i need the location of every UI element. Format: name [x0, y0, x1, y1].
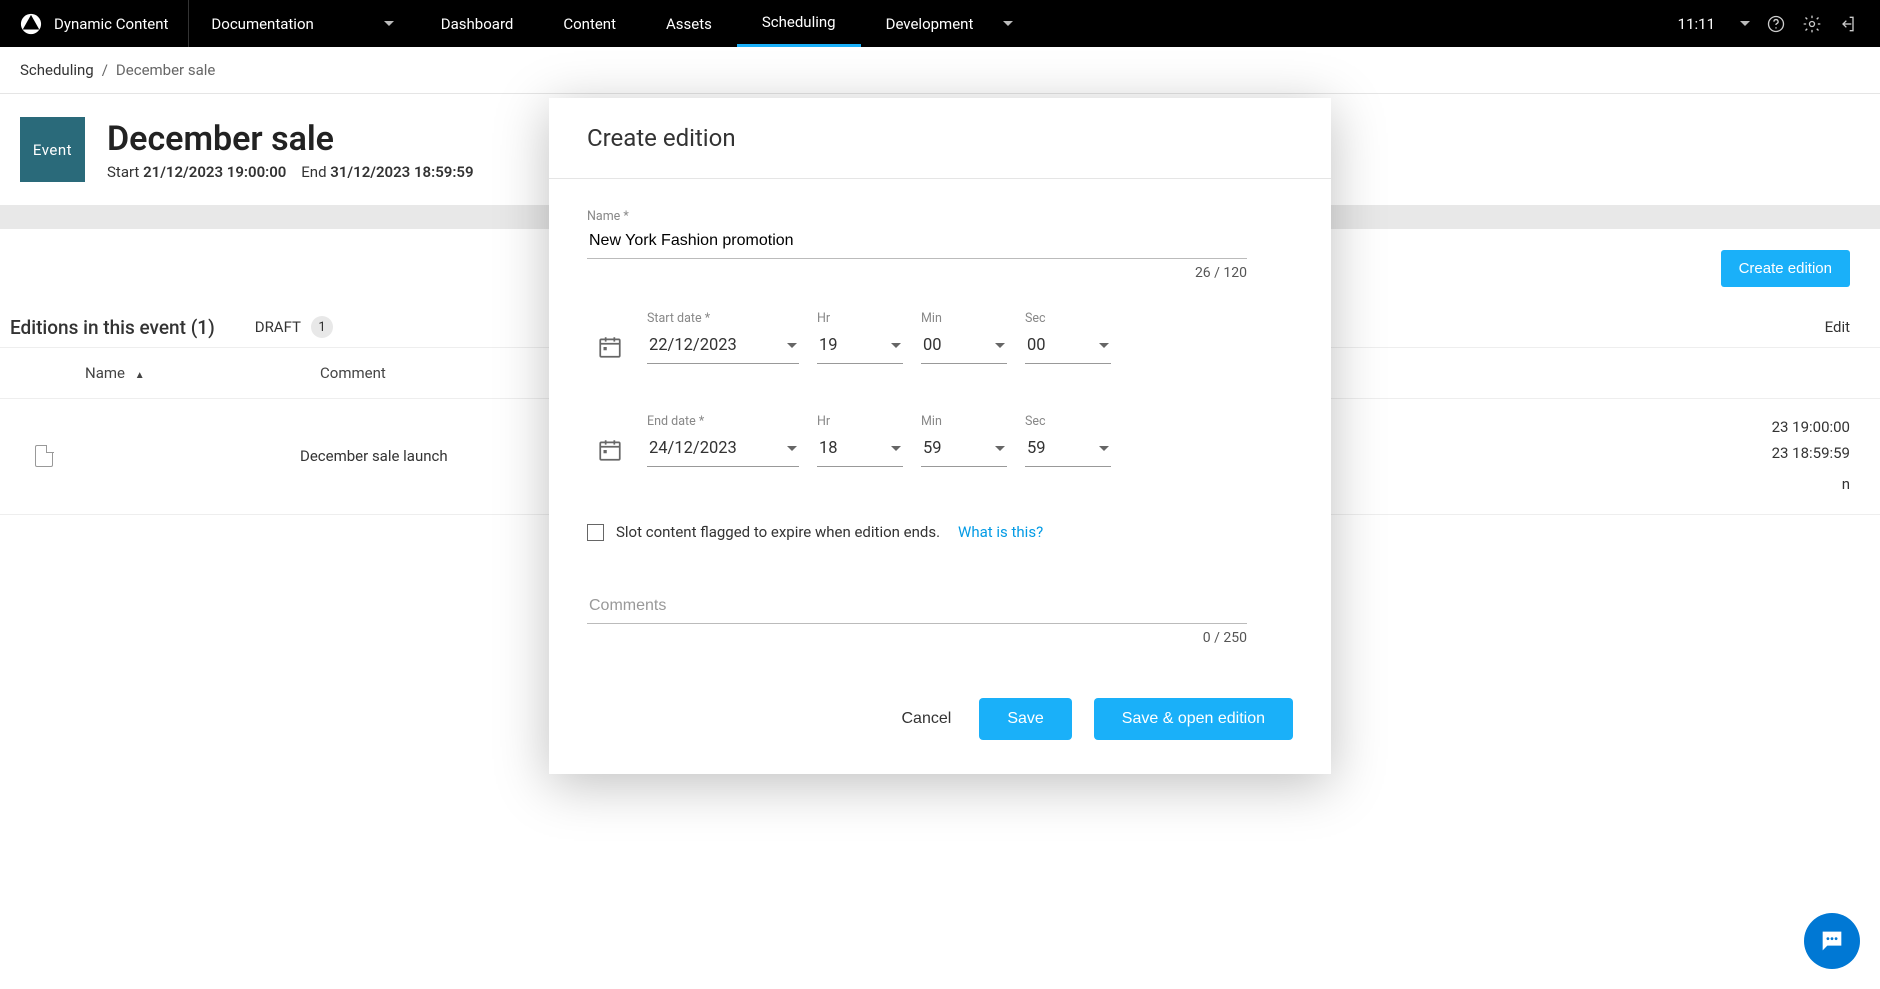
start-datetime-row: Start date * 22/12/2023 Hr 19 Min [647, 311, 1293, 364]
start-date-value: 22/12/2023 [649, 336, 737, 355]
expire-help-link[interactable]: What is this? [958, 523, 1043, 541]
end-hour-value: 18 [819, 439, 838, 458]
modal-overlay: Create edition Name * 26 / 120 Start dat… [0, 0, 1880, 989]
min-label: Min [921, 414, 1007, 429]
comments-input[interactable] [587, 591, 1247, 624]
chevron-down-icon [787, 446, 797, 451]
expire-label: Slot content flagged to expire when edit… [616, 523, 940, 541]
start-min-value: 00 [923, 336, 942, 355]
end-sec-value: 59 [1027, 439, 1046, 458]
save-open-button[interactable]: Save & open edition [1094, 698, 1293, 740]
chevron-down-icon [995, 343, 1005, 348]
chevron-down-icon [891, 446, 901, 451]
cancel-button[interactable]: Cancel [896, 700, 958, 738]
end-datetime-row: End date * 24/12/2023 Hr 18 Min [647, 414, 1293, 467]
chevron-down-icon [1099, 446, 1109, 451]
end-date-label: End date * [647, 414, 799, 429]
end-hour-select[interactable]: 18 [817, 433, 903, 467]
sec-label: Sec [1025, 311, 1111, 326]
expire-checkbox-row: Slot content flagged to expire when edit… [587, 523, 1293, 541]
end-date-input[interactable]: 24/12/2023 [647, 433, 799, 467]
start-min-select[interactable]: 00 [921, 330, 1007, 364]
modal-footer: Cancel Save Save & open edition [549, 670, 1331, 774]
name-label: Name * [587, 209, 1293, 224]
save-button[interactable]: Save [979, 698, 1071, 740]
chevron-down-icon [995, 446, 1005, 451]
expire-checkbox[interactable] [587, 524, 604, 541]
name-input[interactable] [587, 226, 1247, 259]
chat-icon [1818, 927, 1846, 955]
start-sec-select[interactable]: 00 [1025, 330, 1111, 364]
start-sec-value: 00 [1027, 336, 1046, 355]
chat-launcher[interactable] [1804, 913, 1860, 969]
chevron-down-icon [891, 343, 901, 348]
start-date-label: Start date * [647, 311, 799, 326]
hr-label: Hr [817, 414, 903, 429]
calendar-icon [597, 334, 623, 360]
start-date-input[interactable]: 22/12/2023 [647, 330, 799, 364]
end-sec-select[interactable]: 59 [1025, 433, 1111, 467]
calendar-icon [597, 437, 623, 463]
end-date-value: 24/12/2023 [649, 439, 737, 458]
end-min-value: 59 [923, 439, 942, 458]
comments-char-counter: 0 / 250 [587, 630, 1247, 646]
modal-title: Create edition [549, 98, 1331, 179]
chevron-down-icon [1099, 343, 1109, 348]
min-label: Min [921, 311, 1007, 326]
start-hour-select[interactable]: 19 [817, 330, 903, 364]
name-field: Name * 26 / 120 [587, 209, 1293, 281]
start-hour-value: 19 [819, 336, 838, 355]
sec-label: Sec [1025, 414, 1111, 429]
end-min-select[interactable]: 59 [921, 433, 1007, 467]
name-char-counter: 26 / 120 [587, 265, 1247, 281]
chevron-down-icon [787, 343, 797, 348]
create-edition-modal: Create edition Name * 26 / 120 Start dat… [549, 98, 1331, 774]
hr-label: Hr [817, 311, 903, 326]
